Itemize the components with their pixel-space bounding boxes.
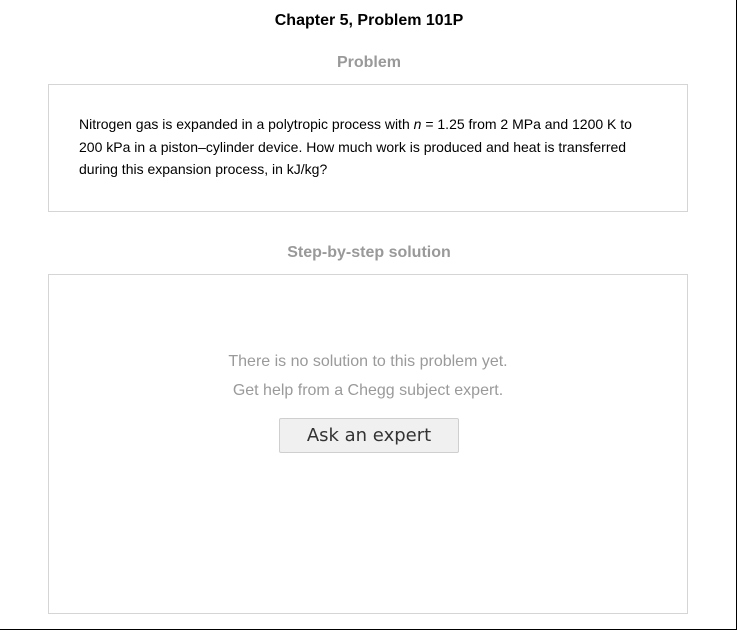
solution-heading: Step-by-step solution <box>287 244 451 261</box>
expert-help-message: Get help from a Chegg subject expert. <box>232 382 504 399</box>
ask-expert-button[interactable]: Ask an expert <box>279 418 459 453</box>
problem-heading: Problem <box>336 54 401 71</box>
problem-text-start: Nitrogen gas is expanded in a polytropic… <box>79 116 414 132</box>
solution-box: There is no solution to this problem yet… <box>48 274 688 614</box>
problem-box: Nitrogen gas is expanded in a polytropic… <box>48 84 688 212</box>
no-solution-message: There is no solution to this problem yet… <box>228 353 508 370</box>
chapter-title: Chapter 5, Problem 101P <box>274 12 464 29</box>
problem-text: Nitrogen gas is expanded in a polytropic… <box>79 113 659 181</box>
